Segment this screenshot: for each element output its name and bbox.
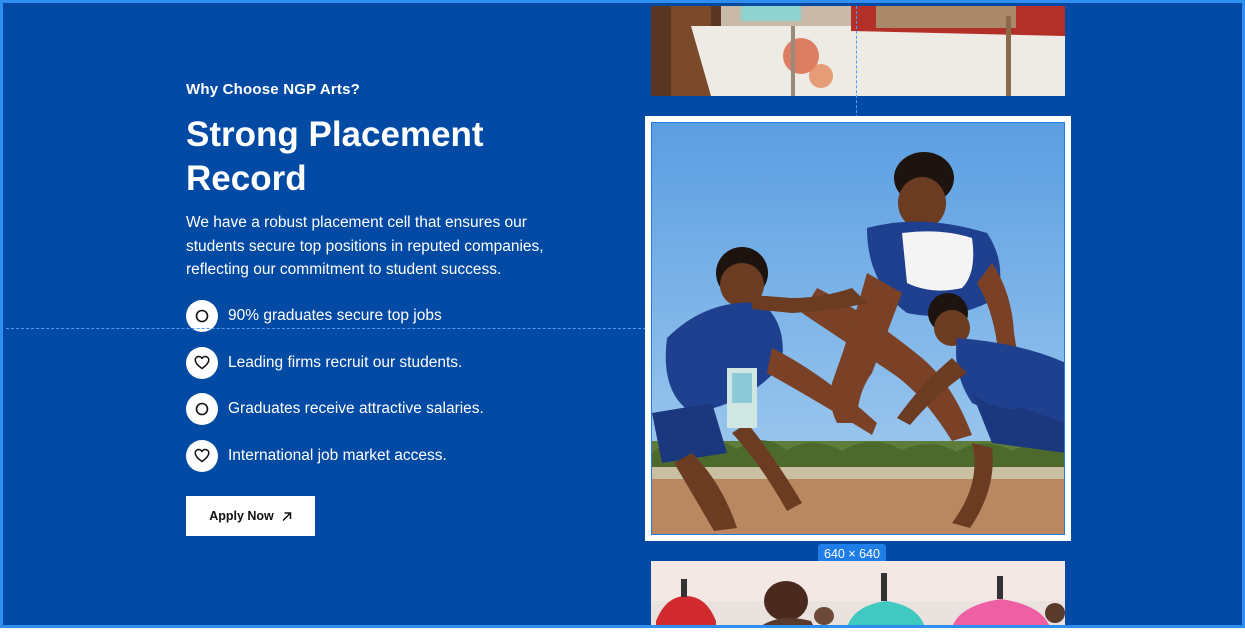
section-title: Strong Placement Record bbox=[186, 115, 484, 198]
feature-label: Leading firms recruit our students. bbox=[228, 353, 463, 371]
arrow-up-right-icon bbox=[282, 511, 292, 521]
selected-image-frame[interactable] bbox=[645, 116, 1071, 541]
feature-label: International job market access. bbox=[228, 446, 447, 464]
feature-item: Leading firms recruit our students. bbox=[186, 346, 484, 379]
apply-now-label: Apply Now bbox=[209, 509, 274, 523]
circle-icon bbox=[186, 393, 218, 425]
placement-section: Why Choose NGP Arts? Strong Placement Re… bbox=[0, 0, 1245, 628]
heart-icon bbox=[186, 346, 218, 379]
garment-mannequins-photo[interactable] bbox=[651, 561, 1065, 625]
apply-now-button[interactable]: Apply Now bbox=[186, 496, 315, 536]
alignment-guide-vertical bbox=[856, 6, 857, 118]
feature-label: 90% graduates secure top jobs bbox=[228, 307, 442, 324]
alignment-guide-horizontal bbox=[6, 328, 646, 329]
feature-item: International job market access. bbox=[186, 439, 484, 472]
feature-item: Graduates receive attractive salaries. bbox=[186, 393, 484, 425]
feature-label: Graduates receive attractive salaries. bbox=[228, 400, 484, 417]
heart-icon bbox=[186, 439, 218, 472]
dining-table-photo[interactable] bbox=[651, 6, 1065, 96]
kabaddi-players-photo[interactable] bbox=[651, 122, 1065, 535]
section-description: We have a robust placement cell that ens… bbox=[186, 214, 544, 278]
section-eyebrow: Why Choose NGP Arts? bbox=[186, 81, 361, 98]
